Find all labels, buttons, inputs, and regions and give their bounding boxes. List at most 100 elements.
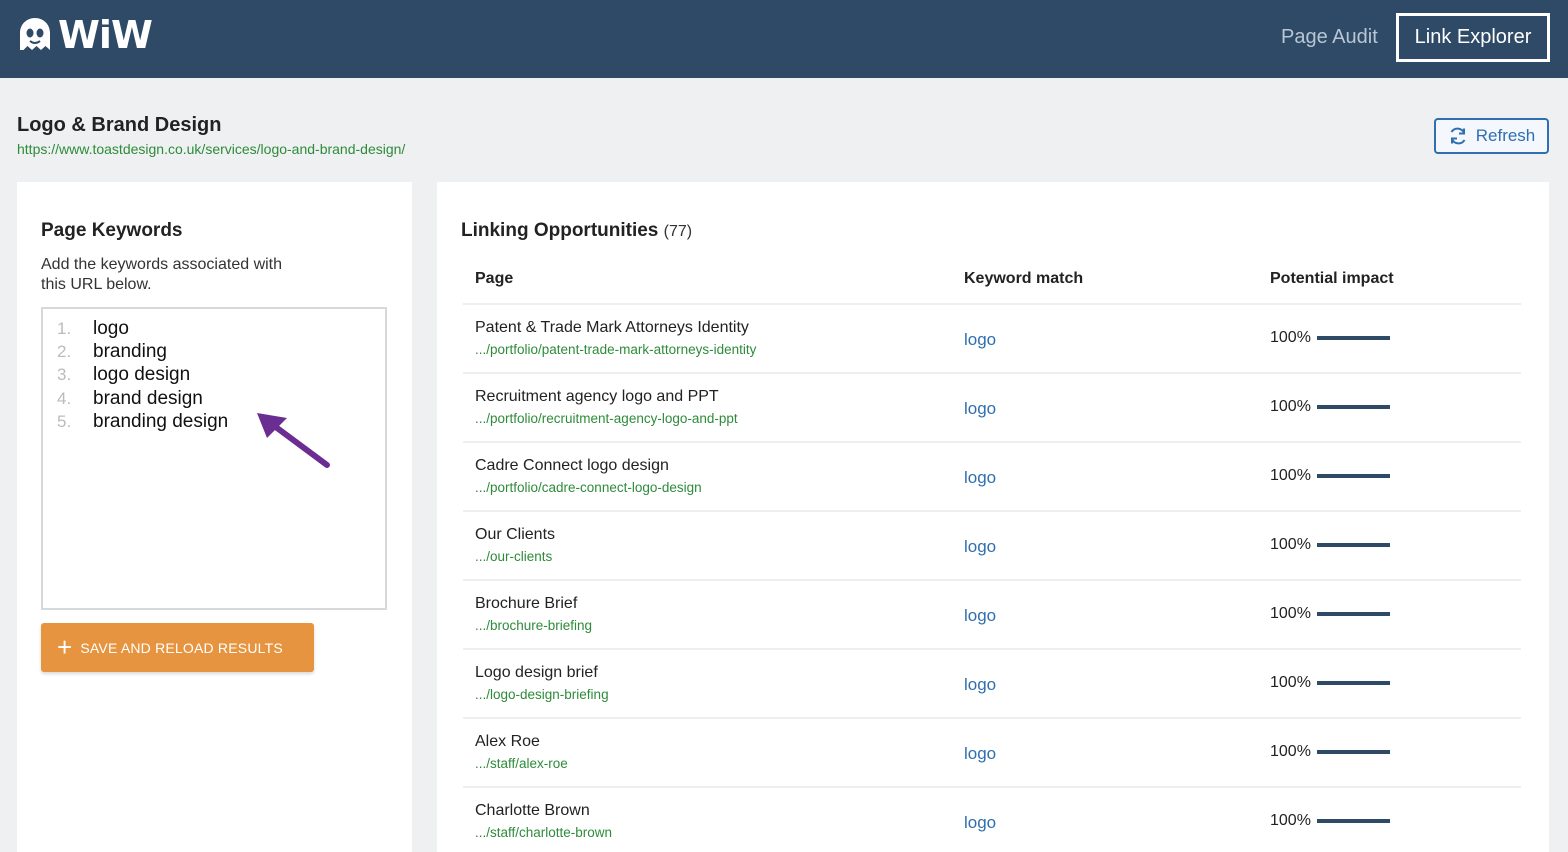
table-row: Cadre Connect logo design .../portfolio/c…: [463, 443, 1521, 512]
keyword-line[interactable]: 5. branding design: [43, 410, 385, 433]
row-page-title: Our Clients: [475, 526, 556, 543]
row-page-title: Brochure Brief: [475, 595, 578, 612]
nav-link-explorer[interactable]: Link Explorer: [1396, 13, 1550, 62]
column-header-potential-impact: Potential impact: [1270, 270, 1394, 287]
ghost-mascot-icon: [20, 18, 50, 50]
row-page-url[interactable]: .../brochure-briefing: [475, 618, 592, 633]
table-row: Charlotte Brown .../staff/charlotte-brown…: [463, 788, 1521, 852]
table-row: Patent & Trade Mark Attorneys Identity..…: [463, 305, 1521, 374]
row-potential-impact: 100%: [1270, 743, 1390, 761]
impact-percent: 100%: [1270, 812, 1311, 829]
impact-bar-fill: [1316, 474, 1390, 478]
keyword-text: logo design: [93, 364, 191, 386]
impact-bar: [1316, 543, 1390, 547]
keyword-line[interactable]: 3. logo design: [43, 364, 385, 387]
impact-bar: [1316, 819, 1390, 823]
keyword-text: logo: [93, 317, 129, 339]
impact-percent: 100%: [1270, 467, 1311, 484]
row-page-url[interactable]: .../staff/charlotte-brown: [475, 825, 612, 840]
opportunities-count: (77): [663, 223, 693, 240]
row-potential-impact: 100%: [1270, 605, 1390, 623]
impact-percent: 100%: [1270, 398, 1311, 415]
table-row: Our Clients .../our-clients logo 100%: [463, 512, 1521, 581]
keyword-line[interactable]: 1. logo: [43, 317, 385, 340]
table-row: Brochure Brief .../brochure-briefing logo 1…: [463, 581, 1521, 650]
row-keyword-match-link[interactable]: logo: [964, 399, 996, 419]
keywords-description: Add the keywords associated with this UR…: [41, 256, 283, 293]
row-keyword-match-link[interactable]: logo: [964, 330, 996, 350]
keywords-title: Page Keywords: [41, 220, 183, 241]
row-page-title: Recruitment agency logo and PPT: [475, 388, 719, 405]
logo-text: WiW: [58, 13, 153, 57]
impact-bar: [1316, 405, 1390, 409]
row-keyword-match-link[interactable]: logo: [964, 675, 996, 695]
impact-bar: [1316, 681, 1390, 685]
wiw-logo[interactable]: WiW: [16, 13, 153, 57]
refresh-button[interactable]: Refresh: [1434, 118, 1549, 154]
keyword-text: branding design: [93, 410, 229, 432]
impact-bar-fill: [1316, 405, 1390, 409]
column-header-keyword-match: Keyword match: [964, 270, 1084, 287]
keyword-line-number: 4.: [57, 388, 72, 408]
keyword-line-number: 1.: [57, 318, 72, 338]
page-title: Logo & Brand Design: [17, 114, 222, 136]
row-page-url[interactable]: .../portfolio/cadre-connect-logo-design: [475, 480, 702, 495]
table-row: Alex Roe .../staff/alex-roe logo 100%: [463, 719, 1521, 788]
table-row: Logo design brief .../logo-design-briefin…: [463, 650, 1521, 719]
impact-bar-fill: [1316, 750, 1390, 754]
keyword-line-number: 2.: [57, 341, 72, 361]
opportunities-title-text: Linking Opportunities: [461, 220, 659, 241]
row-page-url[interactable]: .../staff/alex-roe: [475, 756, 568, 771]
row-keyword-match-link[interactable]: logo: [964, 537, 996, 557]
save-and-reload-button[interactable]: + SAVE AND RELOAD RESULTS: [41, 623, 314, 672]
impact-bar-fill: [1316, 543, 1390, 547]
plus-icon: +: [57, 631, 73, 662]
keywords-textarea[interactable]: 1. logo 2. branding 3. logo design 4. brand des…: [41, 307, 387, 610]
column-header-page: Page: [475, 270, 514, 287]
row-potential-impact: 100%: [1270, 536, 1390, 554]
keyword-line[interactable]: 4. brand design: [43, 387, 385, 410]
impact-bar-fill: [1316, 612, 1390, 616]
nav-page-audit[interactable]: Page Audit: [1281, 26, 1378, 49]
row-page-url[interactable]: .../portfolio/recruitment-agency-logo-an…: [475, 411, 738, 426]
page-url: https://www.toastdesign.co.uk/services/l…: [17, 141, 406, 157]
keyword-line[interactable]: 2. branding: [43, 340, 385, 363]
opportunities-title: Linking Opportunities (77): [461, 220, 692, 242]
row-potential-impact: 100%: [1270, 812, 1390, 830]
row-keyword-match-link[interactable]: logo: [964, 468, 996, 488]
row-keyword-match-link[interactable]: logo: [964, 606, 996, 626]
impact-percent: 100%: [1270, 536, 1311, 553]
impact-bar-fill: [1316, 336, 1390, 340]
impact-bar: [1316, 612, 1390, 616]
linking-opportunities-panel: Linking Opportunities (77) Page Keyword …: [437, 182, 1549, 852]
impact-percent: 100%: [1270, 743, 1311, 760]
keyword-line-number: 5.: [57, 411, 72, 431]
row-potential-impact: 100%: [1270, 674, 1390, 692]
row-page-url[interactable]: .../logo-design-briefing: [475, 687, 609, 702]
keyword-line-number: 3.: [57, 365, 72, 385]
row-keyword-match-link[interactable]: logo: [964, 813, 996, 833]
row-keyword-match-link[interactable]: logo: [964, 744, 996, 764]
impact-percent: 100%: [1270, 329, 1311, 346]
row-page-url[interactable]: .../portfolio/patent-trade-mark-attorney…: [475, 342, 756, 357]
impact-bar: [1316, 336, 1390, 340]
row-page-title: Patent & Trade Mark Attorneys Identity: [475, 319, 749, 336]
row-potential-impact: 100%: [1270, 329, 1390, 347]
impact-bar: [1316, 474, 1390, 478]
refresh-icon: [1450, 127, 1466, 145]
row-page-title: Logo design brief: [475, 664, 598, 681]
row-page-url[interactable]: .../our-clients: [475, 549, 552, 564]
keyword-text: brand design: [93, 387, 203, 409]
refresh-label: Refresh: [1475, 126, 1536, 145]
row-potential-impact: 100%: [1270, 398, 1390, 416]
table-row: Recruitment agency logo and PPT .../portf…: [463, 374, 1521, 443]
top-navigation-bar: WiW Page Audit Link Explorer: [0, 0, 1568, 78]
impact-percent: 100%: [1270, 674, 1311, 691]
impact-bar: [1316, 750, 1390, 754]
impact-bar-fill: [1316, 819, 1390, 823]
keyword-text: branding: [93, 340, 167, 362]
save-and-reload-label: SAVE AND RELOAD RESULTS: [80, 639, 283, 656]
row-page-title: Charlotte Brown: [475, 802, 590, 819]
row-potential-impact: 100%: [1270, 467, 1390, 485]
impact-percent: 100%: [1270, 605, 1311, 622]
